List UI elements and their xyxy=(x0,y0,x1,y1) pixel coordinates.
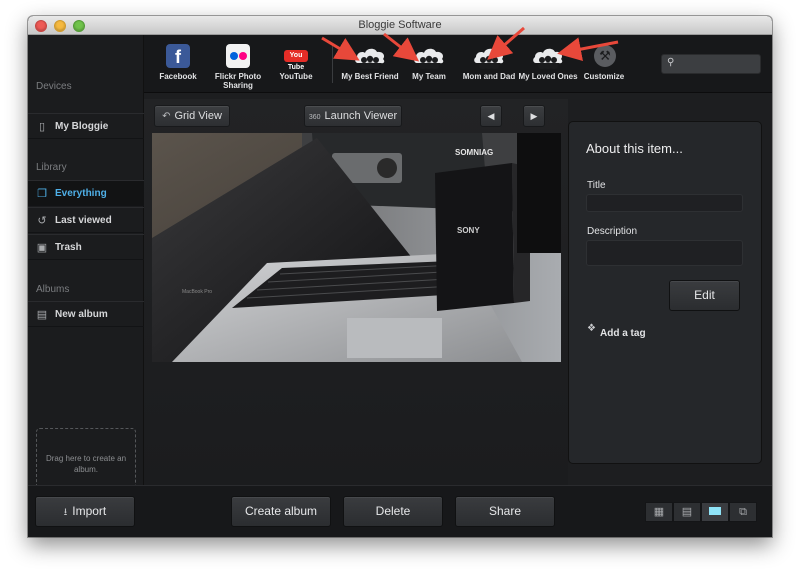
title-bar[interactable]: Bloggie Software xyxy=(28,16,772,35)
launch-viewer-label: Launch Viewer xyxy=(324,110,398,122)
facebook-icon: f xyxy=(166,44,190,68)
slideshow-mode-icon: ⧉ xyxy=(739,506,747,518)
share-facebook[interactable]: f Facebook xyxy=(148,41,208,91)
bottom-toolbar: ⭳ Import Create album Delete Share ▦ ▤ ⧉ xyxy=(28,485,772,537)
share-group-mom-and-dad[interactable]: Mom and Dad xyxy=(459,41,519,91)
trash-icon: ▣ xyxy=(36,242,48,254)
description-label: Description xyxy=(587,226,638,237)
youtube-icon: You Tube xyxy=(284,44,308,71)
create-album-button[interactable]: Create album xyxy=(231,496,331,527)
box-brand-text: SONY xyxy=(457,226,480,235)
share-group-my-loved-ones[interactable]: My Loved Ones xyxy=(518,41,578,91)
share-label: YouTube xyxy=(279,72,313,81)
title-field[interactable] xyxy=(586,194,743,212)
import-icon: ⭳ xyxy=(63,507,68,518)
slideshow-mode-button[interactable]: ⧉ xyxy=(729,502,757,522)
sidebar-item-last-viewed[interactable]: ↺ Last viewed xyxy=(28,207,144,233)
single-mode-button[interactable] xyxy=(701,502,729,522)
share-youtube[interactable]: You Tube YouTube xyxy=(266,41,326,91)
share-button[interactable]: Share xyxy=(455,496,555,527)
share-label: My Loved Ones xyxy=(518,72,578,81)
sidebar-item-everything[interactable]: ❐ Everything xyxy=(28,180,144,206)
sidebar-item-label: Everything xyxy=(55,188,107,199)
share-label: My Best Friend xyxy=(341,72,399,81)
sidebar: Devices ▯ My Bloggie Library ❐ Everythin… xyxy=(28,35,144,493)
cloud-people-icon xyxy=(355,48,385,69)
sidebar-item-label: Last viewed xyxy=(55,215,112,226)
about-panel: About this item... Title Description Edi… xyxy=(568,121,762,464)
cloud-people-icon xyxy=(474,48,504,69)
poster-text: SOMNIAG xyxy=(455,148,493,157)
cloud-people-icon xyxy=(533,48,563,69)
description-field[interactable] xyxy=(586,240,743,266)
add-tag-link[interactable]: Add a tag xyxy=(600,328,646,339)
share-label: Facebook xyxy=(159,72,197,81)
delete-button[interactable]: Delete xyxy=(343,496,443,527)
share-group-my-best-friend[interactable]: My Best Friend xyxy=(340,41,400,91)
share-flickr[interactable]: Flickr Photo Sharing xyxy=(208,41,268,91)
back-arrow-icon: ↶ xyxy=(162,111,171,122)
import-label: Import xyxy=(72,504,107,518)
sidebar-heading-library: Library xyxy=(36,162,67,173)
sidebar-heading-albums: Albums xyxy=(36,284,70,295)
share-label: Customize xyxy=(583,72,625,81)
triangle-left-icon: ◀ xyxy=(487,111,495,121)
sidebar-item-trash[interactable]: ▣ Trash xyxy=(28,234,144,260)
360-icon: 360 xyxy=(308,114,321,121)
edit-button[interactable]: Edit xyxy=(669,280,740,311)
app-window: Bloggie Software f Facebook Flickr Photo… xyxy=(28,16,772,537)
tag-icon: ❖ xyxy=(587,323,596,334)
album-drop-zone[interactable]: Drag here to create an album. xyxy=(36,428,136,493)
sidebar-heading-devices: Devices xyxy=(36,81,72,92)
history-icon: ↺ xyxy=(37,215,47,227)
sidebar-item-new-album[interactable]: ▤ New album xyxy=(28,301,144,327)
sidebar-item-label: My Bloggie xyxy=(55,121,109,132)
sidebar-item-my-bloggie[interactable]: ▯ My Bloggie xyxy=(28,113,144,139)
share-label: My Team xyxy=(412,72,446,81)
search-input[interactable] xyxy=(661,54,761,74)
window-title: Bloggie Software xyxy=(358,19,442,31)
sidebar-item-label: Trash xyxy=(55,242,82,253)
next-button[interactable]: ▶ xyxy=(523,105,545,127)
wrench-icon: ⚒ xyxy=(594,45,616,67)
album-icon: ▤ xyxy=(36,309,48,321)
previous-button[interactable]: ◀ xyxy=(480,105,502,127)
cloud-people-icon xyxy=(414,48,444,69)
launch-viewer-button[interactable]: 360 Launch Viewer xyxy=(304,105,402,127)
title-label: Title xyxy=(587,180,606,191)
photo-image: SONY MacBook Pro SOMNIAG xyxy=(152,133,561,362)
grid-mode-icon: ▦ xyxy=(653,506,665,518)
import-button[interactable]: ⭳ Import xyxy=(35,496,135,527)
about-title: About this item... xyxy=(586,141,683,156)
share-group-my-team[interactable]: My Team xyxy=(399,41,459,91)
laptop-label-text: MacBook Pro xyxy=(182,289,212,295)
search-icon: ⚲ xyxy=(667,57,675,68)
share-label: Flickr Photo Sharing xyxy=(214,72,262,90)
photo-preview[interactable]: SONY MacBook Pro SOMNIAG xyxy=(152,133,561,362)
grid-view-button[interactable]: ↶ Grid View xyxy=(154,105,230,127)
grid-mode-button[interactable]: ▦ xyxy=(645,502,673,522)
drop-zone-text: Drag here to create an album. xyxy=(45,454,127,474)
flickr-icon xyxy=(226,44,250,68)
share-label: Mom and Dad xyxy=(462,72,516,81)
stack-icon: ❐ xyxy=(37,188,47,200)
grid-view-label: Grid View xyxy=(174,110,222,122)
triangle-right-icon: ▶ xyxy=(530,111,538,121)
list-mode-icon: ▤ xyxy=(681,506,693,518)
toolbar-divider xyxy=(332,43,333,83)
customize-button[interactable]: ⚒ Customize xyxy=(574,41,634,91)
sidebar-item-label: New album xyxy=(55,309,108,320)
list-mode-button[interactable]: ▤ xyxy=(673,502,701,522)
phone-icon: ▯ xyxy=(38,121,46,133)
single-mode-icon xyxy=(709,507,721,515)
